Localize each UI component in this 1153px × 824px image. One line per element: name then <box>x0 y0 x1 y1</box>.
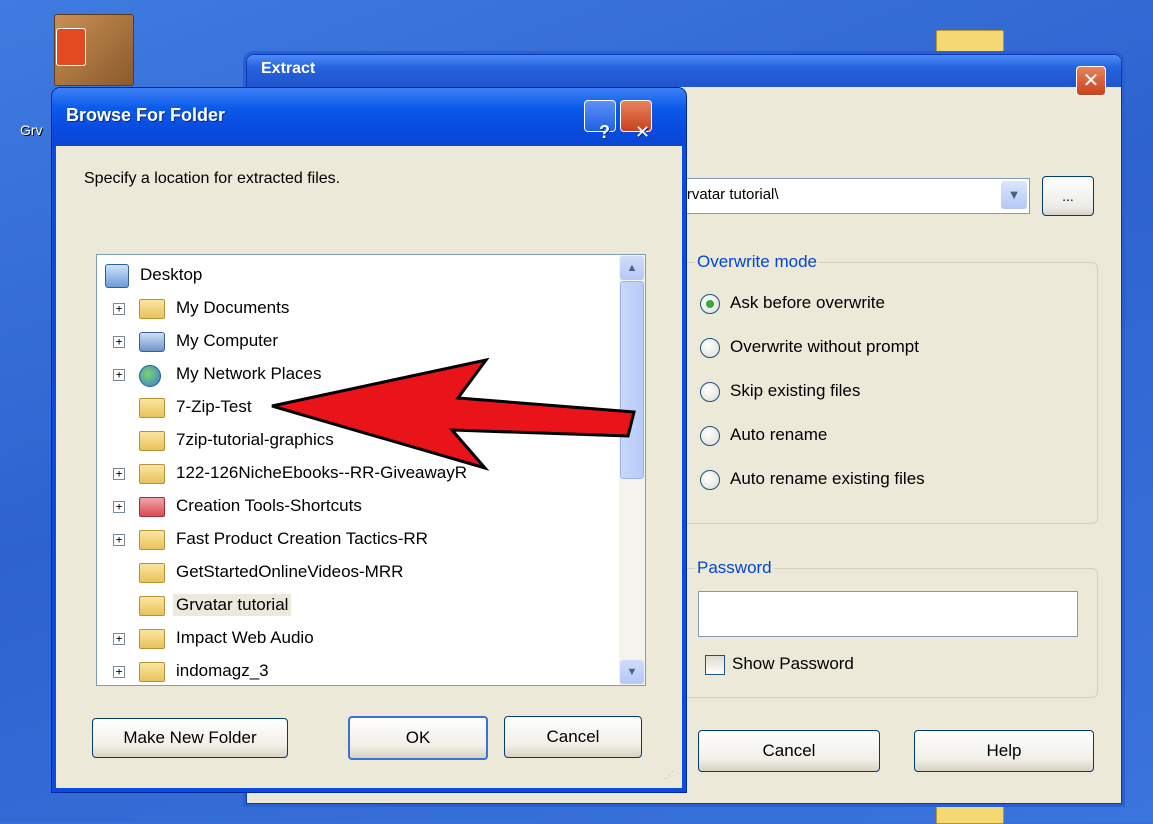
tree-item-impact-web-audio[interactable]: + Impact Web Audio <box>97 624 617 654</box>
scroll-up-icon[interactable]: ▲ <box>620 256 644 280</box>
overwrite-option-label: Auto rename existing files <box>730 469 925 488</box>
extract-title: Extract <box>261 60 316 77</box>
desktop-icon-label: Grv <box>20 122 43 138</box>
show-password-checkbox[interactable] <box>705 655 725 675</box>
radio-icon <box>700 426 720 446</box>
password-legend: Password <box>695 558 774 578</box>
network-places-icon <box>139 365 161 387</box>
tree-item-label: 7zip-tutorial-graphics <box>176 430 334 449</box>
tree-item-my-computer[interactable]: + My Computer <box>97 327 617 357</box>
my-computer-icon <box>139 332 165 352</box>
folder-icon <box>139 596 165 616</box>
browse-close-button[interactable]: ✕ <box>620 100 652 143</box>
tree-item-my-documents[interactable]: + My Documents <box>97 294 617 324</box>
overwrite-option-label: Ask before overwrite <box>730 293 885 312</box>
browse-path-label: ... <box>1062 188 1074 204</box>
browse-path-button[interactable]: ... <box>1042 176 1094 216</box>
tree-item-label: Fast Product Creation Tactics-RR <box>176 529 428 548</box>
browse-cancel-label: Cancel <box>546 727 600 746</box>
tree-item-7zip-tutorial-graphics[interactable]: 7zip-tutorial-graphics <box>97 426 617 456</box>
desktop-icon <box>105 264 129 288</box>
folder-tree[interactable]: Desktop + My Documents + My Computer + M… <box>96 254 646 686</box>
tree-item-desktop[interactable]: Desktop <box>97 261 617 291</box>
tree-item-niche-ebooks[interactable]: + 122-126NicheEbooks--RR-GiveawayR <box>97 459 617 489</box>
expand-plus-icon[interactable]: + <box>113 633 125 645</box>
extract-close-button[interactable]: ✕ <box>1076 66 1106 96</box>
ok-label: OK <box>405 728 431 747</box>
expand-plus-icon[interactable]: + <box>113 534 125 546</box>
zip-badge-icon <box>56 28 86 66</box>
tree-item-label: Impact Web Audio <box>176 628 314 647</box>
zip-archive-desktop-icon[interactable] <box>48 10 140 90</box>
tree-item-label: 122-126NicheEbooks--RR-GiveawayR <box>176 463 468 482</box>
close-icon: ✕ <box>1082 68 1100 92</box>
tree-item-label: My Computer <box>176 331 279 350</box>
overwrite-option-label: Auto rename <box>730 425 828 444</box>
browse-cancel-button[interactable]: Cancel <box>504 716 642 758</box>
tree-item-label: indomagz_3 <box>176 661 269 680</box>
overwrite-option-label: Overwrite without prompt <box>730 337 919 356</box>
tree-item-label: My Network Places <box>176 364 322 383</box>
tree-item-creation-tools[interactable]: + Creation Tools-Shortcuts <box>97 492 617 522</box>
radio-icon <box>700 382 720 402</box>
tree-item-network-places[interactable]: + My Network Places <box>97 360 617 390</box>
overwrite-mode-legend: Overwrite mode <box>695 252 819 272</box>
tree-item-label: Grvatar tutorial <box>173 594 292 616</box>
browse-title: Browse For Folder <box>66 105 226 125</box>
expand-plus-icon[interactable]: + <box>113 369 125 381</box>
extract-cancel-label: Cancel <box>762 741 816 760</box>
tree-item-indomagz[interactable]: + indomagz_3 <box>97 657 617 685</box>
close-icon: ✕ <box>635 122 651 143</box>
show-password-label: Show Password <box>732 654 854 673</box>
tree-item-label: Desktop <box>140 265 203 284</box>
tree-item-label: My Documents <box>176 298 290 317</box>
tree-item-7zip-test[interactable]: 7-Zip-Test <box>97 393 617 423</box>
overwrite-option-label: Skip existing files <box>730 381 861 400</box>
tree-item-label: 7-Zip-Test <box>176 397 252 416</box>
folder-icon <box>139 563 165 583</box>
folder-icon <box>139 629 165 649</box>
tree-item-grvatar-tutorial[interactable]: Grvatar tutorial <box>97 591 617 621</box>
folder-icon <box>139 662 165 682</box>
folder-icon <box>139 464 165 484</box>
radio-icon <box>700 338 720 358</box>
expand-plus-icon[interactable]: + <box>113 303 125 315</box>
destination-path-combo[interactable]: \Grvatar tutorial\ ▼ <box>660 178 1030 214</box>
tree-scrollbar[interactable]: ▲ ▼ <box>619 255 645 685</box>
scrollbar-thumb[interactable] <box>620 281 644 479</box>
password-input[interactable] <box>698 591 1078 637</box>
tree-item-get-started-videos[interactable]: GetStartedOnlineVideos-MRR <box>97 558 617 588</box>
help-question-button[interactable]: ? <box>584 100 616 142</box>
make-new-folder-button[interactable]: Make New Folder <box>92 718 288 758</box>
folder-icon <box>139 530 165 550</box>
my-documents-icon <box>139 299 165 319</box>
radio-icon <box>700 470 720 490</box>
help-label: Help <box>986 741 1022 760</box>
make-new-folder-label: Make New Folder <box>123 728 257 747</box>
folder-icon <box>139 431 165 451</box>
resize-grip-icon[interactable]: ⋰ <box>664 770 678 784</box>
tree-item-label: GetStartedOnlineVideos-MRR <box>176 562 404 581</box>
extract-cancel-button[interactable]: Cancel <box>698 730 880 772</box>
destination-path-value: \Grvatar tutorial\ <box>671 186 779 203</box>
chevron-down-icon[interactable]: ▼ <box>1001 181 1027 209</box>
scroll-down-icon[interactable]: ▼ <box>620 660 644 684</box>
question-icon: ? <box>599 122 610 142</box>
tree-item-label: Creation Tools-Shortcuts <box>176 496 362 515</box>
folder-icon <box>139 398 165 418</box>
ok-button[interactable]: OK <box>348 716 488 760</box>
expand-plus-icon[interactable]: + <box>113 501 125 513</box>
help-button[interactable]: Help <box>914 730 1094 772</box>
browse-for-folder-dialog: Browse For Folder ? ✕ Specify a location… <box>52 88 686 792</box>
folder-red-icon <box>139 497 165 517</box>
expand-plus-icon[interactable]: + <box>113 666 125 678</box>
instruction-text: Specify a location for extracted files. <box>84 170 341 187</box>
radio-selected-icon <box>700 294 720 314</box>
extract-title-bar[interactable]: Extract <box>247 55 1121 87</box>
expand-plus-icon[interactable]: + <box>113 336 125 348</box>
browse-title-bar[interactable]: Browse For Folder ? ✕ <box>52 88 686 146</box>
tree-item-fast-product-creation[interactable]: + Fast Product Creation Tactics-RR <box>97 525 617 555</box>
expand-plus-icon[interactable]: + <box>113 468 125 480</box>
